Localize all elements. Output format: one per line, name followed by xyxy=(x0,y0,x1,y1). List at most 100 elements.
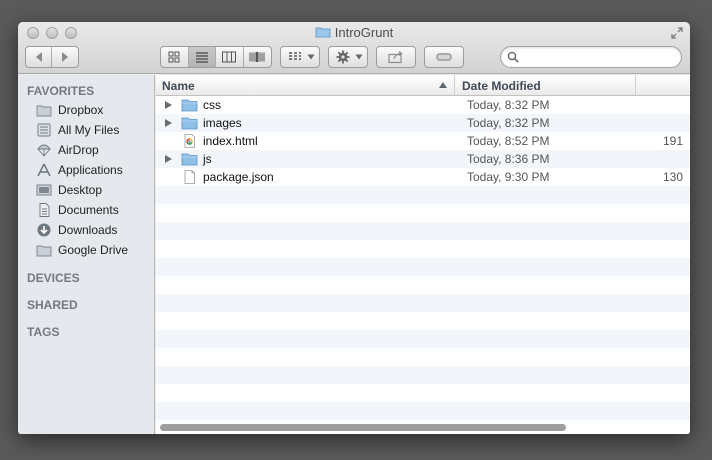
window-title-text: IntroGrunt xyxy=(334,25,394,40)
sidebar-item-google-drive[interactable]: Google Drive xyxy=(18,240,155,260)
sidebar-item-applications[interactable]: Applications xyxy=(18,160,155,180)
sidebar-item-label: Google Drive xyxy=(58,243,129,257)
file-date: Today, 8:36 PM xyxy=(467,152,550,166)
file-list: Name Date Modified css Today, 8:32 PM im xyxy=(156,75,690,434)
all-files-icon xyxy=(37,123,51,137)
icon-view-button[interactable] xyxy=(161,47,189,67)
file-size: 130 xyxy=(663,170,684,184)
file-name: css xyxy=(203,98,221,112)
file-date: Today, 8:32 PM xyxy=(467,116,550,130)
disclosure-triangle-icon[interactable] xyxy=(165,101,172,109)
title-bar: IntroGrunt xyxy=(18,22,690,74)
desktop-icon xyxy=(36,184,52,196)
cover-flow-icon xyxy=(249,52,265,62)
grid-icon xyxy=(168,51,180,63)
sidebar-item-all-my-files[interactable]: All My Files xyxy=(18,120,155,140)
downloads-icon xyxy=(37,223,51,237)
sidebar-item-downloads[interactable]: Downloads xyxy=(18,220,155,240)
column-header-name[interactable]: Name xyxy=(156,75,455,96)
sidebar-item-label: Documents xyxy=(58,203,119,217)
search-input[interactable] xyxy=(523,49,673,65)
sidebar-section-shared[interactable]: SHARED xyxy=(27,298,78,312)
sidebar-section-devices[interactable]: DEVICES xyxy=(27,271,80,285)
table-row[interactable]: package.json Today, 9:30 PM 130 xyxy=(156,168,690,186)
file-date: Today, 8:52 PM xyxy=(467,134,550,148)
column-header-size[interactable] xyxy=(637,75,690,96)
sidebar-section-favorites[interactable]: FAVORITES xyxy=(27,84,94,98)
view-mode-control xyxy=(160,46,272,68)
folder-icon xyxy=(181,117,198,130)
arrange-button[interactable] xyxy=(280,46,320,68)
empty-row xyxy=(156,402,690,420)
sidebar: FAVORITES Dropbox All My Files AirDrop A… xyxy=(18,75,155,434)
applications-icon xyxy=(37,163,51,177)
empty-row xyxy=(156,186,690,204)
cover-flow-view-button[interactable] xyxy=(244,47,271,67)
column-label-date-modified: Date Modified xyxy=(462,79,541,93)
action-button[interactable] xyxy=(328,46,368,68)
sidebar-item-label: Downloads xyxy=(58,223,118,237)
disclosure-triangle-icon[interactable] xyxy=(165,119,172,127)
file-name: images xyxy=(203,116,242,130)
back-button[interactable] xyxy=(26,47,53,67)
empty-row xyxy=(156,330,690,348)
file-name: js xyxy=(203,152,212,166)
table-row[interactable]: css Today, 8:32 PM xyxy=(156,96,690,114)
folder-icon xyxy=(181,153,198,166)
columns-icon xyxy=(222,51,237,63)
file-name: package.json xyxy=(203,170,274,184)
sidebar-item-desktop[interactable]: Desktop xyxy=(18,180,155,200)
file-date: Today, 8:32 PM xyxy=(467,98,550,112)
sidebar-item-documents[interactable]: Documents xyxy=(18,200,155,220)
sidebar-item-label: Applications xyxy=(58,163,123,177)
sidebar-item-label: AirDrop xyxy=(58,143,99,157)
gear-icon xyxy=(336,50,350,64)
fullscreen-icon[interactable] xyxy=(670,26,684,40)
share-button[interactable] xyxy=(376,46,416,68)
search-icon xyxy=(507,51,519,63)
column-label-name: Name xyxy=(162,79,195,93)
horizontal-scrollbar[interactable] xyxy=(160,424,566,431)
html-file-icon xyxy=(184,134,195,148)
empty-row xyxy=(156,222,690,240)
airdrop-icon xyxy=(37,144,51,157)
sort-ascending-icon xyxy=(439,82,447,88)
share-icon xyxy=(388,51,403,64)
window-title: IntroGrunt xyxy=(18,25,690,40)
back-forward-control xyxy=(25,46,79,68)
folder-icon xyxy=(36,245,52,257)
chevron-right-icon xyxy=(62,52,68,62)
column-view-button[interactable] xyxy=(216,47,244,67)
document-icon xyxy=(184,170,195,184)
folder-icon xyxy=(315,27,331,38)
sidebar-item-label: Dropbox xyxy=(58,103,104,117)
search-field[interactable] xyxy=(500,46,682,68)
disclosure-triangle-icon[interactable] xyxy=(165,155,172,163)
chevron-left-icon xyxy=(35,52,42,62)
table-row[interactable]: index.html Today, 8:52 PM 191 xyxy=(156,132,690,150)
sidebar-item-label: Desktop xyxy=(58,183,103,197)
sidebar-item-label: All My Files xyxy=(58,123,120,137)
folder-icon xyxy=(181,99,198,112)
sidebar-item-dropbox[interactable]: Dropbox xyxy=(18,100,155,120)
list-view-button[interactable] xyxy=(188,47,216,67)
tag-icon xyxy=(436,53,452,61)
tags-button[interactable] xyxy=(424,46,464,68)
empty-row xyxy=(156,294,690,312)
sidebar-section-tags[interactable]: TAGS xyxy=(27,325,59,339)
file-size: 191 xyxy=(663,134,684,148)
table-row[interactable]: images Today, 8:32 PM xyxy=(156,114,690,132)
arrange-icon xyxy=(289,52,301,60)
forward-button[interactable] xyxy=(52,47,78,67)
finder-window: IntroGrunt FAVORITES Dropbox All My File… xyxy=(18,22,690,434)
table-row[interactable]: js Today, 8:36 PM xyxy=(156,150,690,168)
column-header: Name Date Modified xyxy=(156,75,690,96)
file-name: index.html xyxy=(203,134,258,148)
file-date: Today, 9:30 PM xyxy=(467,170,550,184)
chevron-down-icon xyxy=(355,54,363,60)
sidebar-item-airdrop[interactable]: AirDrop xyxy=(18,140,155,160)
chevron-down-icon xyxy=(307,54,315,60)
folder-icon xyxy=(36,105,52,117)
documents-icon xyxy=(39,203,50,217)
column-header-date-modified[interactable]: Date Modified xyxy=(456,75,636,96)
